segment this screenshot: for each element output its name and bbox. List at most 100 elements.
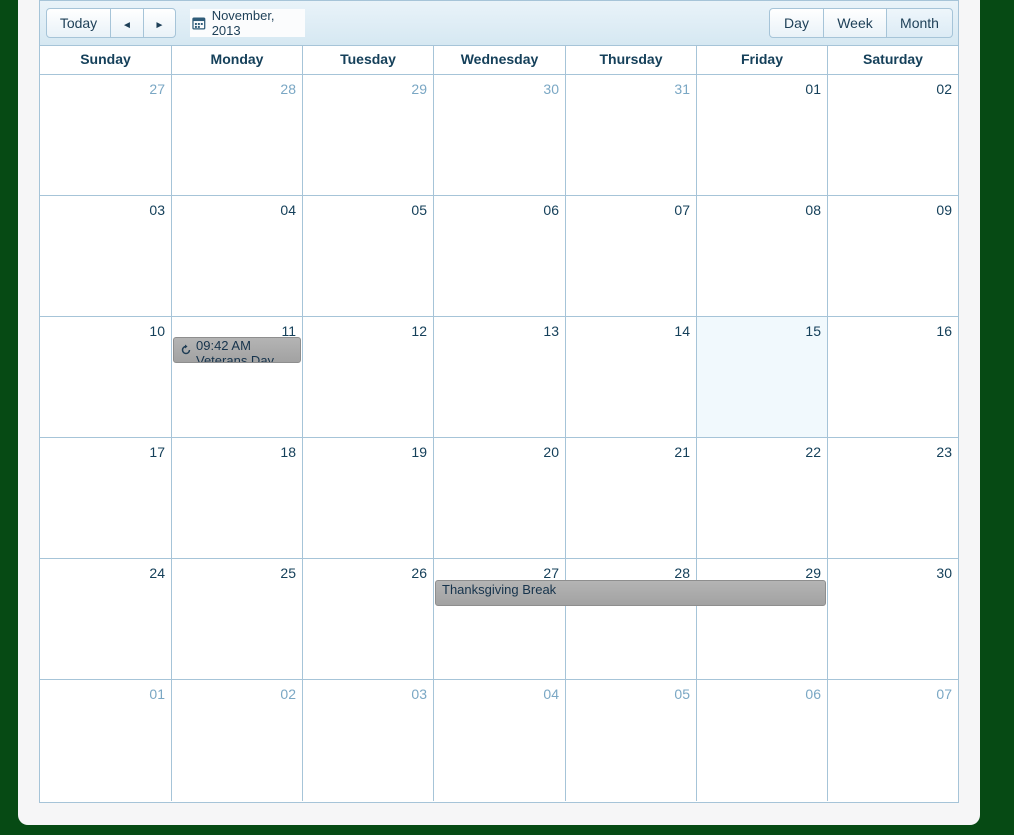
day-cell[interactable]: 25	[172, 559, 303, 679]
appointment-title: Thanksgiving Break	[442, 582, 557, 597]
day-number: 16	[936, 323, 952, 339]
day-cell[interactable]: 01	[40, 680, 172, 801]
day-cell[interactable]: 31	[566, 75, 697, 195]
day-cell[interactable]: 05	[566, 680, 697, 801]
day-number: 29	[805, 565, 821, 581]
week-row: 10 11 12 13 14 15 16	[40, 317, 958, 438]
day-number: 21	[674, 444, 690, 460]
day-number: 09	[936, 202, 952, 218]
appointment-veterans-day[interactable]: 09:42 AM Veterans Day	[173, 337, 301, 363]
day-cell[interactable]: 12	[303, 317, 434, 437]
day-cell[interactable]: 24	[40, 559, 172, 679]
day-cell[interactable]: 04	[172, 196, 303, 316]
day-cell[interactable]: 09	[828, 196, 958, 316]
next-button[interactable]: ►	[143, 8, 176, 38]
day-cell[interactable]: 06	[697, 680, 828, 801]
week-row: 03 04 05 06 07 08 09	[40, 196, 958, 317]
navigation-buttons: Today ◄ ►	[46, 8, 176, 38]
day-of-week-header: Sunday Monday Tuesday Wednesday Thursday…	[40, 45, 958, 75]
day-cell[interactable]: 29	[697, 559, 828, 679]
day-cell[interactable]: 11	[172, 317, 303, 437]
day-number: 05	[674, 686, 690, 702]
header-saturday: Saturday	[863, 51, 923, 67]
week-row: 24 25 26 27 28 29 30	[40, 559, 958, 680]
day-number: 18	[280, 444, 296, 460]
day-number: 27	[149, 81, 165, 97]
appointment-text: 09:42 AM Veterans Day	[196, 338, 275, 363]
day-number: 07	[674, 202, 690, 218]
day-cell[interactable]: 08	[697, 196, 828, 316]
day-number: 13	[543, 323, 559, 339]
day-cell[interactable]: 30	[434, 75, 566, 195]
day-number: 01	[149, 686, 165, 702]
appointment-thanksgiving-break[interactable]: Thanksgiving Break	[435, 580, 826, 606]
day-cell[interactable]: 06	[434, 196, 566, 316]
week-view-button[interactable]: Week	[823, 8, 887, 38]
day-number: 23	[936, 444, 952, 460]
day-view-button[interactable]: Day	[769, 8, 824, 38]
header-thursday: Thursday	[566, 45, 697, 74]
day-cell[interactable]: 07	[828, 680, 958, 801]
day-number: 31	[674, 81, 690, 97]
day-cell[interactable]: 01	[697, 75, 828, 195]
day-cell[interactable]: 22	[697, 438, 828, 558]
appointment-title: Veterans Day	[196, 353, 275, 363]
scheduler-toolbar: Today ◄ ► November, 2013 Day Week Month	[40, 1, 958, 46]
day-cell[interactable]: 03	[303, 680, 434, 801]
today-button[interactable]: Today	[46, 8, 111, 38]
day-number: 06	[543, 202, 559, 218]
week-row: 17 18 19 20 21 22 23	[40, 438, 958, 559]
day-cell[interactable]: 04	[434, 680, 566, 801]
header-monday: Monday	[172, 45, 303, 74]
day-number: 30	[936, 565, 952, 581]
day-cell[interactable]: 10	[40, 317, 172, 437]
day-cell[interactable]: 28	[172, 75, 303, 195]
day-cell-today[interactable]: 15	[697, 317, 828, 437]
day-cell[interactable]: 21	[566, 438, 697, 558]
day-cell[interactable]: 23	[828, 438, 958, 558]
week-row: 01 02 03 04 05 06 07	[40, 680, 958, 801]
day-number: 02	[280, 686, 296, 702]
day-cell[interactable]: 30	[828, 559, 958, 679]
day-cell[interactable]: 26	[303, 559, 434, 679]
day-cell[interactable]: 03	[40, 196, 172, 316]
day-cell[interactable]: 07	[566, 196, 697, 316]
day-cell[interactable]: 05	[303, 196, 434, 316]
day-cell[interactable]: 20	[434, 438, 566, 558]
header-tuesday: Tuesday	[303, 45, 434, 74]
day-number: 04	[543, 686, 559, 702]
view-switcher: Day Week Month	[769, 8, 953, 38]
day-cell[interactable]: 19	[303, 438, 434, 558]
day-number: 03	[411, 686, 427, 702]
header-sunday: Sunday	[40, 45, 172, 74]
day-cell[interactable]: 13	[434, 317, 566, 437]
day-number: 03	[149, 202, 165, 218]
month-grid: 27 28 29 30 31 01 02 03 04 05 06 07 08 09 10 11 12 13 14 15…	[40, 75, 958, 801]
day-number: 14	[674, 323, 690, 339]
day-cell[interactable]: 29	[303, 75, 434, 195]
day-number: 27	[543, 565, 559, 581]
day-number: 25	[280, 565, 296, 581]
recurrence-icon	[181, 344, 191, 355]
day-cell[interactable]: 16	[828, 317, 958, 437]
day-cell[interactable]: 02	[828, 75, 958, 195]
day-number: 15	[805, 323, 821, 339]
week-row: 27 28 29 30 31 01 02	[40, 75, 958, 196]
previous-button[interactable]: ◄	[110, 8, 144, 38]
day-cell[interactable]: 17	[40, 438, 172, 558]
day-number: 20	[543, 444, 559, 460]
day-number: 04	[280, 202, 296, 218]
day-cell[interactable]: 27	[40, 75, 172, 195]
day-number: 10	[149, 323, 165, 339]
day-cell[interactable]: 18	[172, 438, 303, 558]
date-picker[interactable]: November, 2013	[190, 8, 305, 38]
day-cell[interactable]: 27	[434, 559, 566, 679]
day-cell[interactable]: 14	[566, 317, 697, 437]
day-number: 08	[805, 202, 821, 218]
day-number: 28	[674, 565, 690, 581]
day-number: 22	[805, 444, 821, 460]
header-friday: Friday	[697, 45, 828, 74]
day-cell[interactable]: 02	[172, 680, 303, 801]
day-cell[interactable]: 28	[566, 559, 697, 679]
month-view-button[interactable]: Month	[886, 8, 953, 38]
